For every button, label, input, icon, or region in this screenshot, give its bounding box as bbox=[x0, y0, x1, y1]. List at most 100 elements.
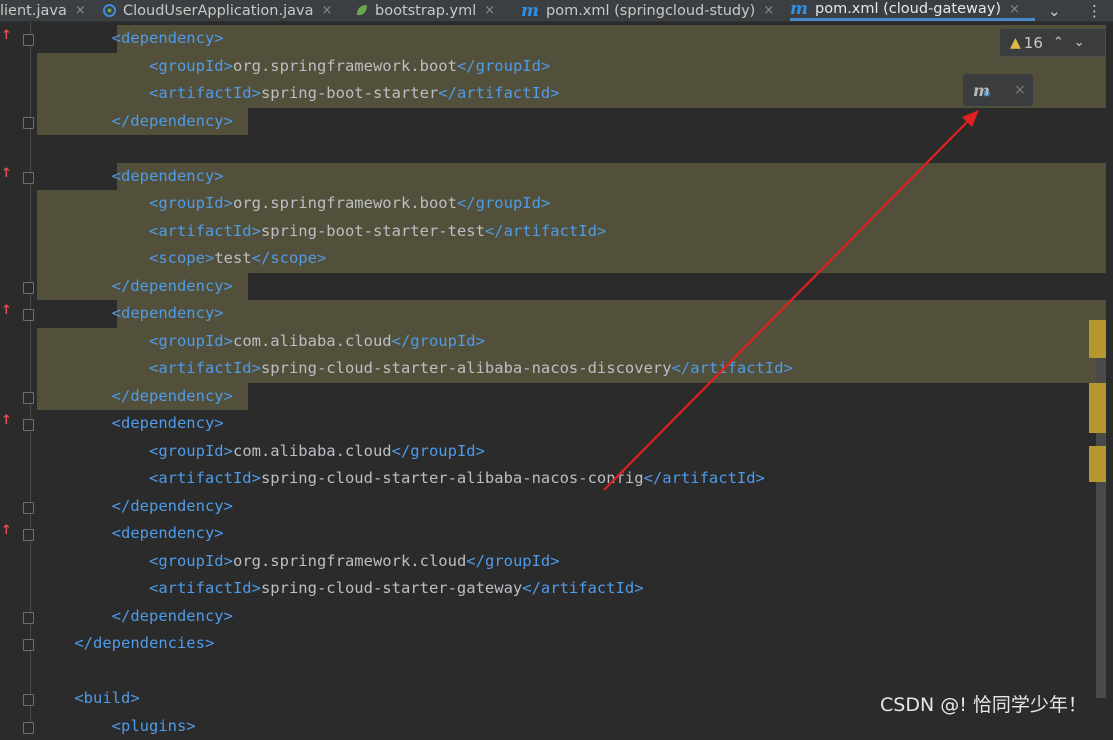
code-line: </dependency> bbox=[37, 108, 233, 136]
fold-marker-icon[interactable] bbox=[23, 419, 34, 431]
indent bbox=[37, 112, 112, 130]
code-line: </dependencies> bbox=[37, 630, 214, 658]
fold-marker-icon[interactable] bbox=[23, 722, 34, 734]
xml-tag: <groupId> bbox=[149, 194, 233, 212]
maven-reload-button[interactable]: m↻ bbox=[973, 81, 990, 100]
indent bbox=[37, 579, 149, 597]
close-tab-icon[interactable]: × bbox=[763, 3, 774, 18]
code-editor[interactable]: <dependency> ↑ <groupId>org.springframewo… bbox=[0, 22, 1113, 725]
tab-clouduserapplication-java[interactable]: CloudUserApplication.java × bbox=[103, 0, 343, 21]
fold-marker-icon[interactable] bbox=[23, 117, 34, 129]
xml-tag: </scope> bbox=[252, 249, 327, 267]
code-line: <artifactId>spring-cloud-starter-alibaba… bbox=[37, 355, 793, 383]
close-icon[interactable]: × bbox=[1014, 82, 1026, 98]
xml-text: spring-cloud-starter-alibaba-nacos-confi… bbox=[261, 469, 644, 487]
xml-tag: </artifactId> bbox=[485, 222, 606, 240]
change-marker-icon[interactable]: ↑ bbox=[1, 413, 12, 428]
close-tab-icon[interactable]: × bbox=[321, 3, 332, 18]
code-line: </dependency> bbox=[37, 273, 233, 301]
close-tab-icon[interactable]: × bbox=[1009, 2, 1020, 17]
tab-label: CloudUserApplication.java bbox=[123, 3, 313, 19]
xml-tag: <artifactId> bbox=[149, 222, 261, 240]
change-marker-icon[interactable]: ↑ bbox=[1, 523, 12, 538]
more-options-icon[interactable]: ⋮ bbox=[1087, 0, 1102, 21]
fold-marker-icon[interactable] bbox=[23, 612, 34, 624]
xml-tag: <dependency> bbox=[112, 304, 224, 322]
diff-highlight bbox=[117, 300, 1106, 328]
indent bbox=[37, 414, 112, 432]
indent bbox=[37, 167, 112, 185]
xml-tag: <dependency> bbox=[112, 524, 224, 542]
code-line: </dependency> bbox=[37, 383, 233, 411]
scroll-marker[interactable] bbox=[1089, 446, 1106, 482]
change-marker-icon[interactable]: ↑ bbox=[1, 166, 12, 181]
fold-marker-icon[interactable] bbox=[23, 34, 34, 46]
indent bbox=[37, 332, 149, 350]
xml-tag: <build> bbox=[74, 689, 139, 707]
indent bbox=[37, 607, 112, 625]
indent bbox=[37, 194, 149, 212]
previous-highlight-icon[interactable]: ⌃ bbox=[1053, 35, 1064, 50]
change-marker-icon[interactable]: ↑ bbox=[1, 303, 12, 318]
tab-label: pom.xml (cloud-gateway) bbox=[815, 1, 1001, 17]
next-highlight-icon[interactable]: ⌄ bbox=[1074, 35, 1085, 50]
xml-text: spring-cloud-starter-gateway bbox=[261, 579, 522, 597]
fold-marker-icon[interactable] bbox=[23, 282, 34, 294]
scroll-marker[interactable] bbox=[1089, 383, 1106, 433]
xml-tag: <dependency> bbox=[112, 414, 224, 432]
fold-marker-icon[interactable] bbox=[23, 529, 34, 541]
fold-marker-icon[interactable] bbox=[23, 694, 34, 706]
xml-tag: </dependency> bbox=[112, 277, 233, 295]
indent bbox=[37, 524, 112, 542]
xml-tag: <groupId> bbox=[149, 332, 233, 350]
close-tab-icon[interactable]: × bbox=[484, 3, 495, 18]
tab-pom-xml-springcloud-study-[interactable]: mpom.xml (springcloud-study)× bbox=[521, 0, 783, 21]
fold-marker-icon[interactable] bbox=[23, 392, 34, 404]
fold-marker-icon[interactable] bbox=[23, 309, 34, 321]
indent bbox=[37, 359, 149, 377]
tab-label: bootstrap.yml bbox=[375, 3, 476, 19]
indent bbox=[37, 277, 112, 295]
close-tab-icon[interactable]: × bbox=[75, 3, 86, 18]
fold-marker-icon[interactable] bbox=[23, 502, 34, 514]
code-line: <groupId>org.springframework.boot</group… bbox=[37, 190, 550, 218]
xml-tag: <groupId> bbox=[149, 442, 233, 460]
fold-marker-icon[interactable] bbox=[23, 172, 34, 184]
maven-reload-popup: m↻ × bbox=[963, 74, 1033, 106]
xml-tag: <artifactId> bbox=[149, 84, 261, 102]
spring-leaf-icon bbox=[355, 4, 368, 17]
warning-icon: ▲ bbox=[1010, 35, 1021, 51]
diff-highlight bbox=[117, 163, 1106, 191]
xml-tag: </groupId> bbox=[457, 57, 550, 75]
xml-tag: </groupId> bbox=[392, 332, 485, 350]
xml-text: spring-cloud-starter-alibaba-nacos-disco… bbox=[261, 359, 672, 377]
warning-count: 16 bbox=[1024, 34, 1043, 52]
indent bbox=[37, 689, 74, 707]
xml-tag: <artifactId> bbox=[149, 359, 261, 377]
indent bbox=[37, 634, 74, 652]
vertical-scrollbar[interactable] bbox=[1096, 320, 1106, 698]
diff-highlight bbox=[117, 25, 1106, 53]
tab-bootstrap-yml[interactable]: bootstrap.yml × bbox=[355, 0, 512, 21]
indent bbox=[37, 469, 149, 487]
xml-tag: <dependency> bbox=[112, 29, 224, 47]
change-marker-icon[interactable]: ↑ bbox=[1, 28, 12, 43]
code-line: <dependency> bbox=[37, 520, 224, 548]
watermark: CSDN @! 恰同学少年！ bbox=[880, 690, 1087, 717]
tab-lient-java[interactable]: lient.java× bbox=[0, 0, 95, 21]
xml-tag: </groupId> bbox=[466, 552, 559, 570]
xml-tag: </artifactId> bbox=[522, 579, 643, 597]
fold-marker-icon[interactable] bbox=[23, 639, 34, 651]
code-line: <groupId>org.springframework.boot</group… bbox=[37, 53, 550, 81]
scroll-marker[interactable] bbox=[1089, 320, 1106, 358]
xml-tag: <dependency> bbox=[112, 167, 224, 185]
code-line: <artifactId>spring-boot-starter-test</ar… bbox=[37, 218, 606, 246]
xml-tag: </dependencies> bbox=[74, 634, 214, 652]
code-line: <plugins> bbox=[37, 713, 196, 740]
inspection-widget[interactable]: ▲ 16 ⌃ ⌄ bbox=[999, 28, 1106, 57]
xml-text: com.alibaba.cloud bbox=[233, 332, 392, 350]
xml-tag: </dependency> bbox=[112, 607, 233, 625]
tab-pom-xml-cloud-gateway-[interactable]: mpom.xml (cloud-gateway)× bbox=[790, 0, 1035, 21]
tab-list-dropdown-icon[interactable]: ⌄ bbox=[1048, 0, 1061, 21]
indent bbox=[37, 84, 149, 102]
